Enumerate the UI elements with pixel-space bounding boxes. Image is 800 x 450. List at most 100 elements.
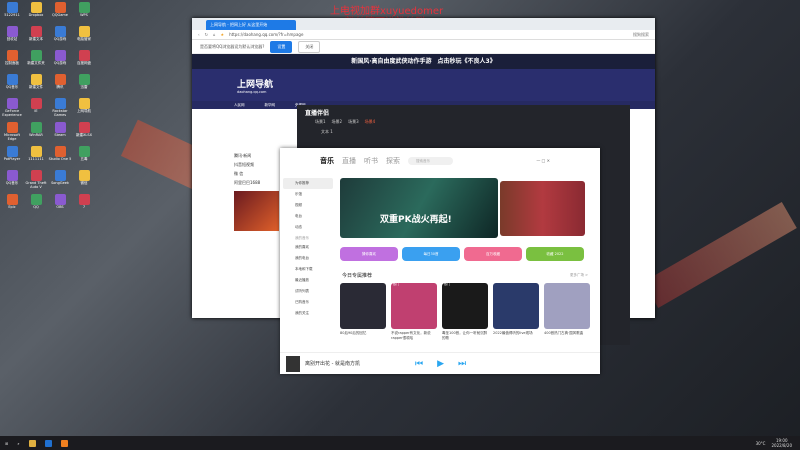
desktop-icon[interactable]: Epic: [0, 192, 24, 216]
sidebar-item[interactable]: 我的电台: [283, 253, 333, 264]
desktop-icon[interactable]: 5122911: [0, 0, 24, 24]
desktop-icon[interactable]: OBS: [48, 192, 72, 216]
news-link[interactable]: 微 信: [234, 169, 279, 178]
desktop-icon[interactable]: 控制面板: [0, 48, 24, 72]
desktop-icon[interactable]: 新建文件: [24, 72, 48, 96]
home-icon[interactable]: ⌂: [213, 32, 216, 37]
close-notice-button[interactable]: 关闭: [298, 40, 321, 53]
desktop-icon[interactable]: GeForce Experience: [0, 96, 24, 120]
sidebar-item[interactable]: 试听列表: [283, 286, 333, 297]
back-icon[interactable]: ‹: [198, 32, 200, 37]
quick-pill[interactable]: 收藏 2022: [526, 247, 584, 261]
desktop-icon[interactable]: Dropbox: [24, 0, 48, 24]
desktop-icon[interactable]: QQ游戏: [48, 24, 72, 48]
more-link[interactable]: 更多广场 >: [570, 273, 588, 278]
news-image[interactable]: [234, 191, 279, 231]
sidebar-item[interactable]: 为你推荐: [283, 178, 333, 189]
desktop-icon[interactable]: QQ游戏: [48, 48, 72, 72]
search-engine[interactable]: 搜狗搜索: [633, 32, 649, 38]
playlist-card[interactable]: 毒圣100首，让你一听就沉醉的歌 热门: [442, 282, 488, 347]
prev-icon[interactable]: ⏮: [415, 359, 423, 369]
play-icon[interactable]: ▶: [437, 359, 444, 369]
sidebar-item[interactable]: 本地和下载: [283, 264, 333, 275]
sidebar-item[interactable]: 乐馆: [283, 189, 333, 200]
desktop-icon[interactable]: 上网导航: [72, 96, 96, 120]
nav-link[interactable]: 人民网: [234, 103, 245, 108]
refresh-icon[interactable]: ↻: [205, 32, 208, 37]
quick-pill[interactable]: 每日30首: [402, 247, 460, 261]
url-input[interactable]: https://daohang.qq.com/?fr=hmpage: [229, 32, 628, 37]
desktop-icon[interactable]: Studio One 5: [48, 144, 72, 168]
desktop-icon[interactable]: 1111111: [24, 144, 48, 168]
album-cover[interactable]: [286, 355, 300, 372]
scene-tab[interactable]: 场景2: [332, 119, 343, 125]
desktop-icon[interactable]: 微信: [72, 168, 96, 192]
desktop-icon[interactable]: PotPlayer: [0, 144, 24, 168]
sidebar-item[interactable]: 已购音乐: [283, 297, 333, 308]
desktop-icon[interactable]: 新建文本: [24, 24, 48, 48]
desktop-icon[interactable]: 电脑管家: [72, 24, 96, 48]
browser-tab[interactable]: 上网导航 - 把网上好 从这里开始: [206, 20, 296, 30]
news-link[interactable]: 抖音短视频: [234, 160, 279, 169]
desktop-icon[interactable]: 新建XLSX: [72, 120, 96, 144]
desktop-icon[interactable]: QQ音乐: [0, 72, 24, 96]
explorer-icon[interactable]: [28, 439, 36, 447]
sidebar-item[interactable]: 电台: [283, 211, 333, 222]
playlist-card[interactable]: 400首热门古典·国风歌曲 热门: [544, 277, 590, 347]
main-banner[interactable]: 双重PK战火再起!: [340, 178, 498, 238]
tab-music[interactable]: 音乐: [320, 156, 334, 166]
quick-pill[interactable]: 百万收藏: [464, 247, 522, 261]
playlist-card[interactable]: 2022最值得听的live现场 热门: [493, 277, 539, 347]
desktop-icon[interactable]: 五毒: [72, 144, 96, 168]
desktop-icon[interactable]: SongGeek: [48, 168, 72, 192]
desktop-icon[interactable]: 回收站: [0, 24, 24, 48]
sidebar-item[interactable]: 视频: [283, 200, 333, 211]
desktop-icon[interactable]: WPS: [72, 0, 96, 24]
desktop-icon[interactable]: 腾讯: [48, 72, 72, 96]
clock[interactable]: 19:00 2022/8/20: [771, 438, 792, 448]
side-banner[interactable]: [500, 181, 585, 236]
nav-link[interactable]: 新华网: [265, 103, 276, 108]
scene-tab[interactable]: 场景3: [348, 119, 359, 125]
desktop-icon[interactable]: IE: [24, 96, 48, 120]
news-link[interactable]: 腾讯·新闻: [234, 151, 279, 160]
star-icon[interactable]: ★: [221, 32, 225, 37]
source-layer[interactable]: 文本 1: [297, 125, 630, 135]
site-logo[interactable]: 上网导航 daohang.qq.com: [237, 77, 273, 94]
search-input[interactable]: 搜索音乐: [408, 156, 453, 165]
desktop-icon[interactable]: 百度网盘: [72, 48, 96, 72]
news-link[interactable]: 阿里巴巴1688: [234, 178, 279, 187]
promo-banner[interactable]: 新国风·高自由度武侠动作手游 点击秒玩《不良人3》: [192, 54, 655, 69]
scene-tab[interactable]: 场景4: [365, 119, 376, 125]
desktop-icon[interactable]: 7: [72, 192, 96, 216]
desktop-icon[interactable]: 新建文件夹: [24, 48, 48, 72]
window-controls[interactable]: — □ ✕: [536, 158, 550, 163]
search-icon[interactable]: ⌕: [17, 441, 19, 446]
desktop-icon[interactable]: QQGame: [48, 0, 72, 24]
start-icon[interactable]: ⊞: [5, 441, 8, 446]
quick-pill[interactable]: 猜你喜欢: [340, 247, 398, 261]
tab-audiobook[interactable]: 听书: [364, 156, 378, 166]
sidebar-item[interactable]: 我的喜欢: [283, 242, 333, 253]
set-default-button[interactable]: 设置: [270, 40, 293, 53]
tab-live[interactable]: 直播: [342, 156, 356, 166]
scene-tab[interactable]: 场景1: [315, 119, 326, 125]
desktop-icon[interactable]: QQ音乐: [0, 168, 24, 192]
desktop-icon[interactable]: Steam: [48, 120, 72, 144]
next-icon[interactable]: ⏭: [458, 359, 466, 369]
tab-explore[interactable]: 探索: [386, 156, 400, 166]
desktop-icon[interactable]: WinRAR: [24, 120, 48, 144]
desktop-icon[interactable]: Rockstar Games: [48, 96, 72, 120]
sidebar-item[interactable]: 我的关注: [283, 308, 333, 319]
playlist-card[interactable]: 不说rapper有文化，新说rapper很嘻哈 热门: [391, 282, 437, 347]
desktop-icon[interactable]: Microsoft Edge: [0, 120, 24, 144]
playlist-card[interactable]: 80后90后的回忆 热门: [340, 277, 386, 347]
desktop-icon[interactable]: Grand Theft Auto V: [24, 168, 48, 192]
desktop-icon[interactable]: 迅雷: [72, 72, 96, 96]
browser-taskbar-icon[interactable]: [44, 439, 52, 447]
sidebar-item[interactable]: 最近播放: [283, 275, 333, 286]
sidebar-item[interactable]: 动态: [283, 222, 333, 233]
desktop-icon[interactable]: QQ: [24, 192, 48, 216]
app-taskbar-icon[interactable]: [60, 439, 68, 447]
weather[interactable]: 30°C: [756, 441, 766, 446]
